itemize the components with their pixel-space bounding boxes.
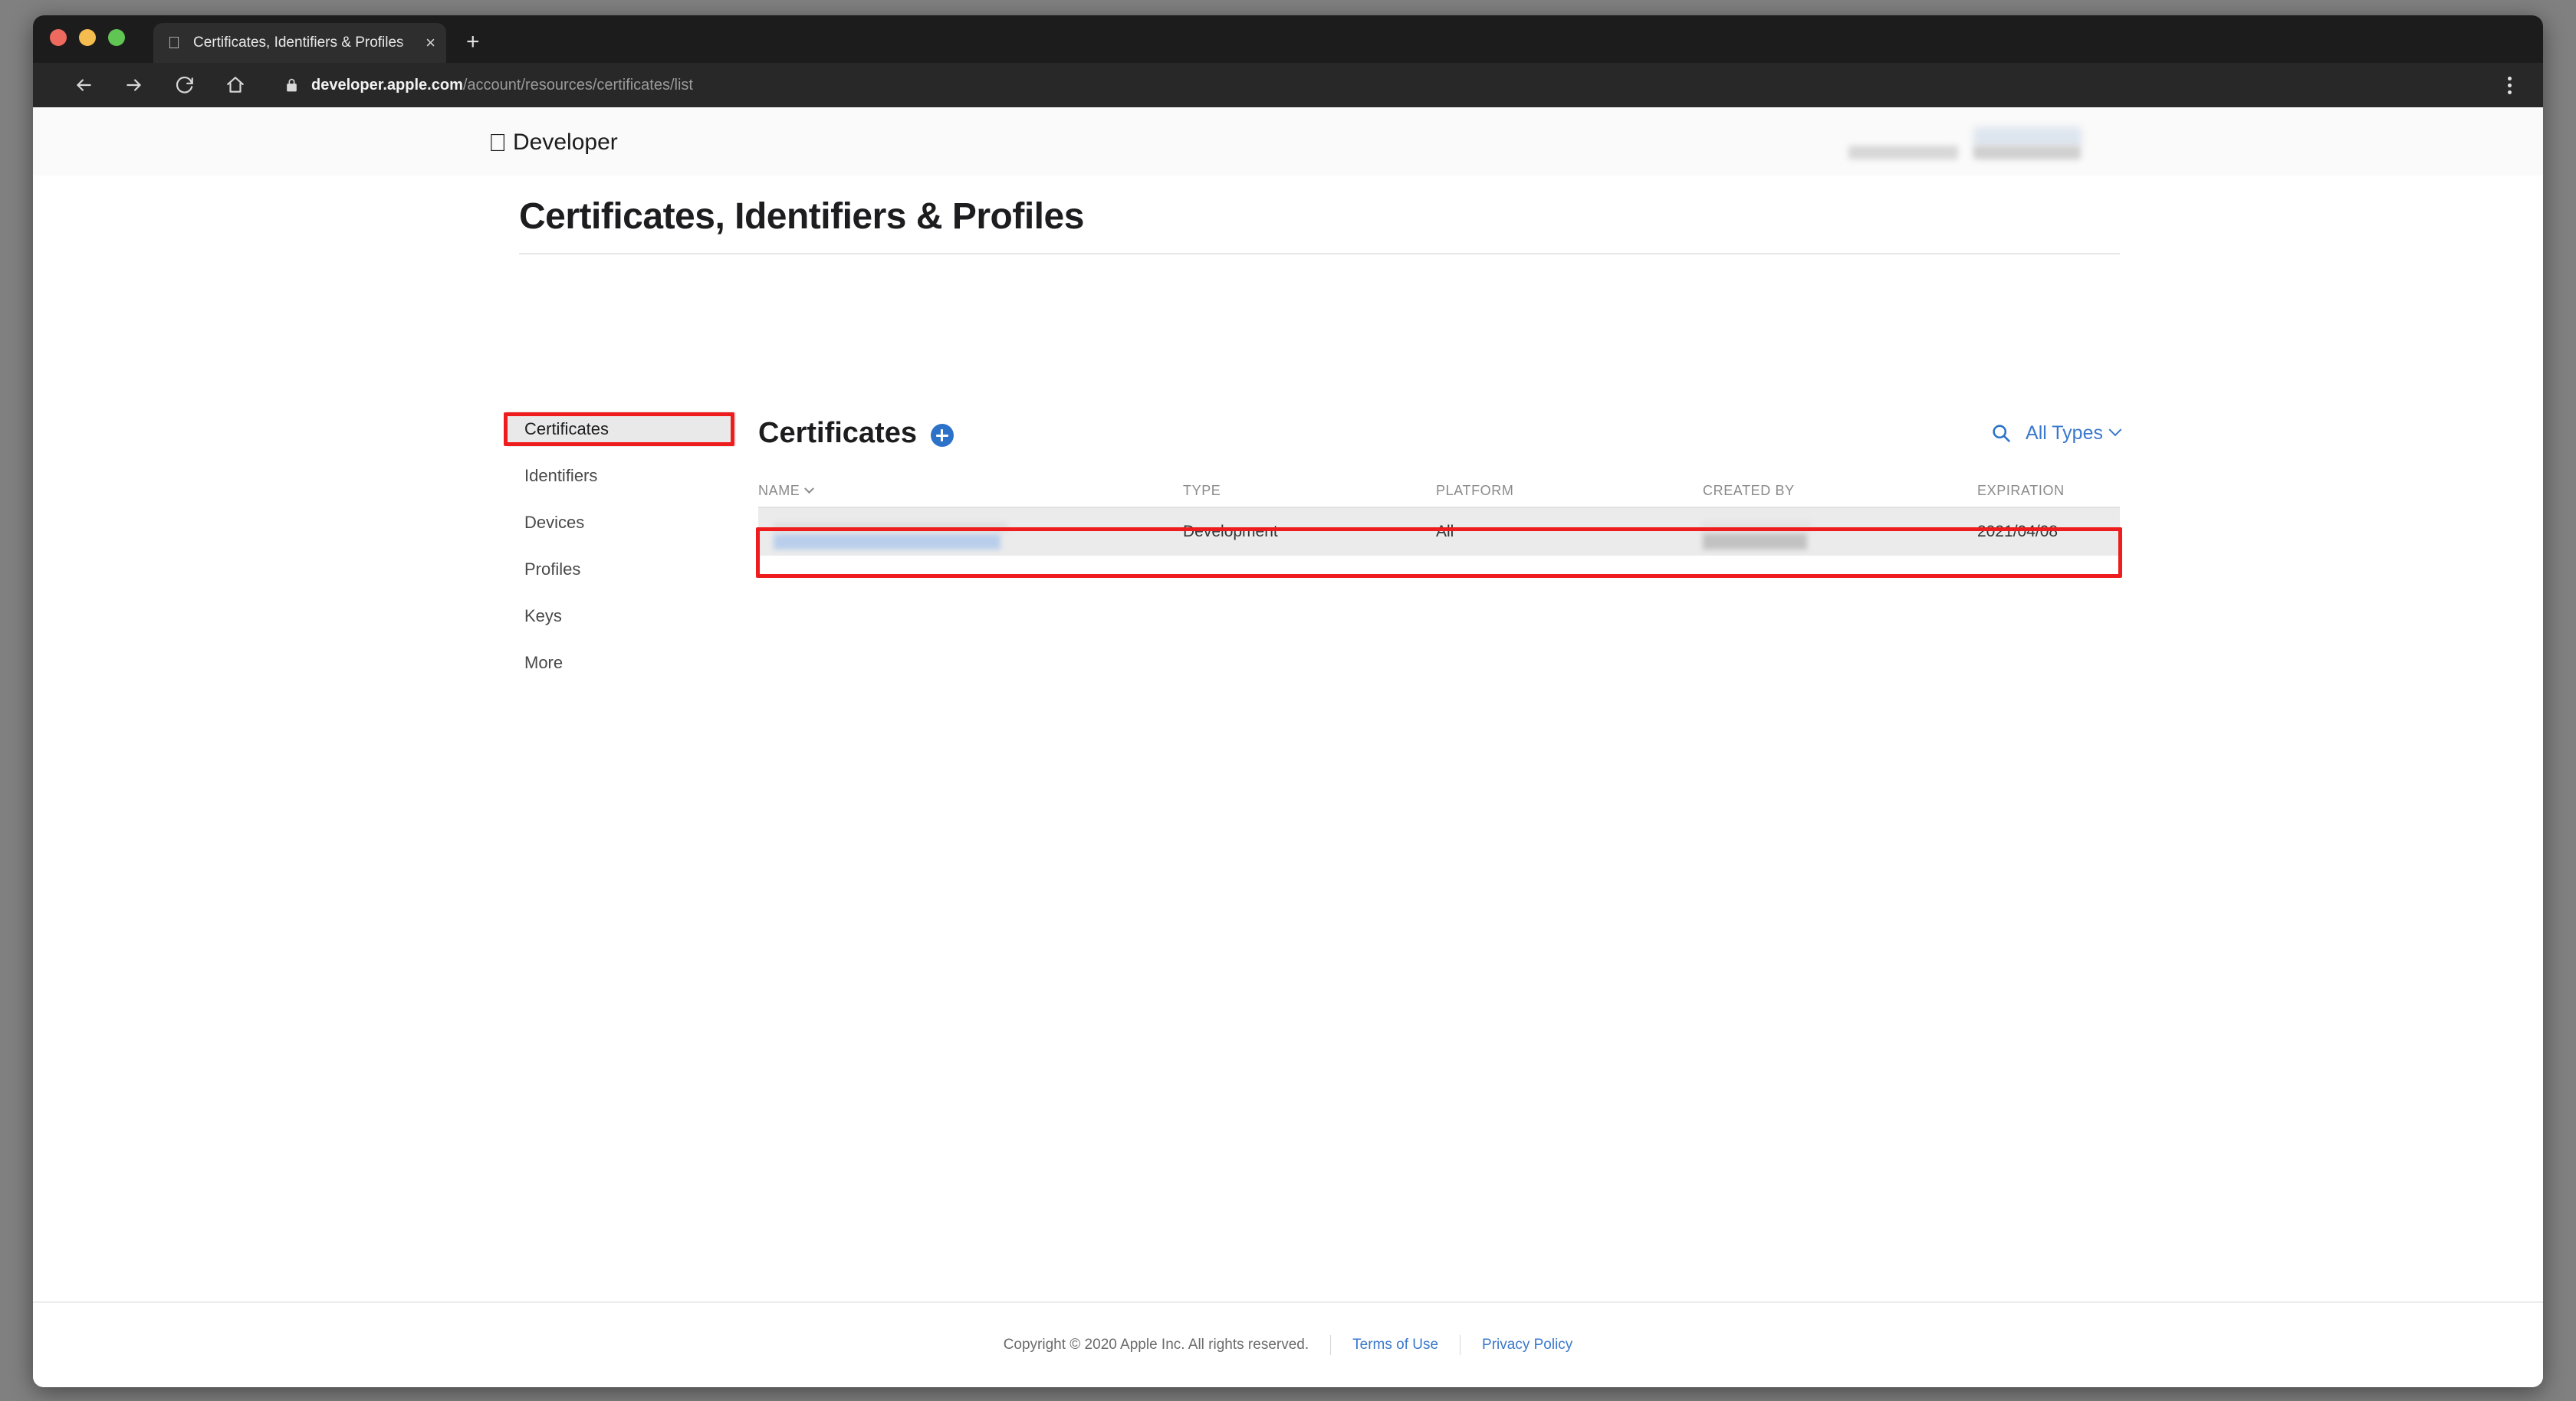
browser-tab-strip:  Certificates, Identifiers & Profiles ×… [33,15,2543,63]
page-header: Certificates, Identifiers & Profiles [519,195,2120,254]
cell-platform: All [1436,523,1454,540]
kebab-menu-icon[interactable] [2494,70,2525,100]
sidebar-item-label: Certificates [524,419,610,438]
cell-type: Development [1183,523,1278,540]
back-icon[interactable] [67,68,100,102]
pane-filters: All Types [1990,422,2122,445]
type-filter-dropdown[interactable]: All Types [2026,422,2122,445]
forward-icon[interactable] [117,68,151,102]
minimize-window-button[interactable] [79,29,96,46]
column-header-label: CREATED BY [1703,482,1795,498]
column-header-created-by: CREATED BY [1703,483,1977,499]
chevron-down-icon [804,483,815,494]
sidebar-item-devices[interactable]: Devices [506,505,736,540]
lock-icon [284,78,299,93]
copyright-text: Copyright © 2020 Apple Inc. All rights r… [1003,1337,1309,1353]
account-team-badge-redacted [1973,127,2082,147]
developer-brand-label: Developer [495,130,618,155]
page-viewport:  Developer Certificates, Identifiers & … [33,107,2543,1387]
url-path: /account/resources/certificates/list [462,76,693,94]
terms-of-use-link[interactable]: Terms of Use [1352,1337,1438,1353]
apple-icon:  [164,33,184,53]
browser-tab[interactable]:  Certificates, Identifiers & Profiles × [153,23,446,63]
account-name-redacted [1848,146,1958,159]
maximize-window-button[interactable] [108,29,125,46]
column-header-name[interactable]: NAME [758,483,1183,499]
sidebar-item-profiles[interactable]: Profiles [506,552,736,587]
browser-tab-title: Certificates, Identifiers & Profiles [193,34,404,51]
column-header-label: EXPIRATION [1977,482,2065,498]
close-window-button[interactable] [50,29,67,46]
column-header-label: TYPE [1183,482,1221,498]
table-row[interactable]: Development All 2021/04/08 [758,508,2120,556]
column-header-expiration: EXPIRATION [1977,483,2120,499]
sidebar-item-label: Devices [524,513,585,532]
site-global-nav:  Developer [33,107,2543,176]
footer-divider [1330,1335,1332,1355]
apple-icon:  [488,130,507,155]
sidebar-item-identifiers[interactable]: Identifiers [506,458,736,494]
privacy-policy-link[interactable]: Privacy Policy [1482,1337,1572,1353]
certificates-pane: Certificates All Types NAME TYPE PLATFOR… [758,412,2122,556]
type-filter-label: All Types [2026,422,2103,444]
table-header-row: NAME TYPE PLATFORM CREATED BY EXPIRATION [758,474,2120,508]
url-host: developer.apple.com [311,76,463,94]
column-header-label: PLATFORM [1436,482,1514,498]
title-divider [519,253,2120,254]
resource-sidebar: Certificates Identifiers Devices Profile… [506,412,736,681]
column-header-label: NAME [758,482,800,498]
sidebar-item-label: Keys [524,606,562,625]
page-title: Certificates, Identifiers & Profiles [519,196,1084,237]
cell-expiration: 2021/04/08 [1977,523,2058,540]
sidebar-item-label: Profiles [524,559,581,579]
address-bar[interactable]: developer.apple.com/account/resources/ce… [284,70,2494,100]
site-footer: Copyright © 2020 Apple Inc. All rights r… [33,1301,2543,1387]
window-traffic-lights [50,29,125,46]
certificates-pane-header: Certificates All Types [758,412,2122,454]
close-icon[interactable]: × [426,34,435,51]
sidebar-item-label: Identifiers [524,466,598,485]
reload-icon[interactable] [168,68,202,102]
add-certificate-button[interactable] [930,424,954,447]
new-tab-button[interactable]: + [466,31,480,54]
section-title: Certificates [758,416,917,449]
home-icon[interactable] [219,68,252,102]
column-header-platform: PLATFORM [1436,483,1703,499]
search-icon[interactable] [1990,422,2012,444]
account-info-redacted[interactable] [1848,124,2082,167]
column-header-type: TYPE [1183,483,1436,499]
sidebar-item-keys[interactable]: Keys [506,599,736,634]
sidebar-item-certificates[interactable]: Certificates [506,412,736,447]
apple-developer-logo[interactable]:  Developer [488,130,618,156]
certificates-table: NAME TYPE PLATFORM CREATED BY EXPIRATION [758,474,2120,556]
sidebar-item-label: More [524,653,564,672]
chevron-down-icon [2108,423,2122,437]
browser-window:  Certificates, Identifiers & Profiles ×… [33,15,2543,1387]
browser-toolbar: developer.apple.com/account/resources/ce… [33,63,2543,107]
account-team-redacted [1973,146,2081,159]
sidebar-item-more[interactable]: More [506,645,736,681]
